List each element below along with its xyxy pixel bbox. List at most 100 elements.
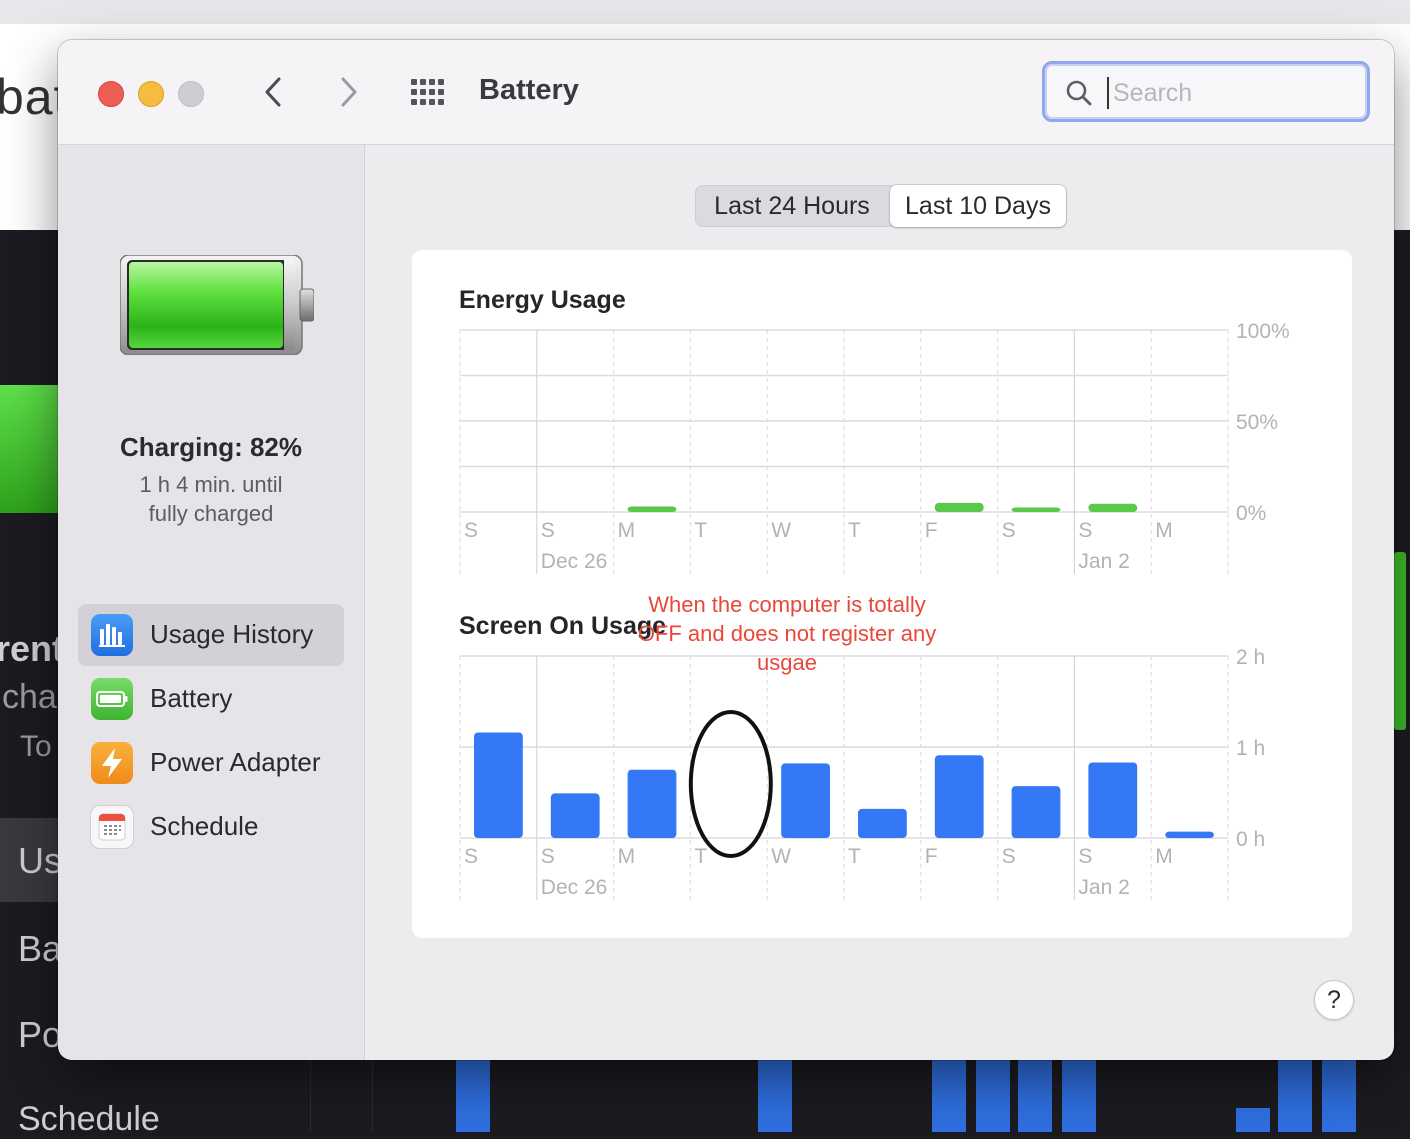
screen-bar <box>1011 786 1061 838</box>
energy-x-tick-label: S <box>1002 519 1016 542</box>
search-icon <box>1066 80 1092 106</box>
energy-x-tick-label: S <box>464 519 478 542</box>
energy-x-tick-label: M <box>618 519 636 542</box>
background-battery-bar <box>1394 552 1406 730</box>
screen-x-tick-label: S <box>1078 845 1092 868</box>
calendar-icon <box>91 806 133 848</box>
energy-bar <box>934 502 984 512</box>
energy-x-tick-label: T <box>694 519 707 542</box>
tab-last-24-hours[interactable]: Last 24 Hours <box>695 185 889 227</box>
sidebar-item-label: Usage History <box>150 619 314 649</box>
energy-bar <box>627 506 677 512</box>
energy-bar <box>1011 507 1061 512</box>
energy-date-label: Dec 26 <box>541 550 608 573</box>
usage-history-card: 100% 50% 0% S S M T W T F S S M Dec 26 Jan 2 2 h 1 h 0 h S… <box>412 250 1352 938</box>
background-battery-graphic <box>0 385 62 513</box>
energy-x-tick-label: S <box>1078 519 1092 542</box>
close-button[interactable] <box>98 81 124 107</box>
annotation-ellipse <box>688 710 773 858</box>
sidebar-item-battery[interactable]: Battery <box>78 668 344 730</box>
energy-x-tick-label: S <box>541 519 555 542</box>
background-bar <box>1062 1060 1096 1132</box>
background-sidebar-item[interactable]: Us <box>18 840 62 882</box>
chevron-right-icon <box>341 77 357 107</box>
zoom-button[interactable] <box>178 81 204 107</box>
background-bar <box>1236 1108 1270 1132</box>
minimize-button[interactable] <box>138 81 164 107</box>
charging-time-remaining: 1 h 4 min. until fully charged <box>58 470 364 528</box>
screen-x-tick-label: T <box>694 845 707 868</box>
screen-x-tick-label: W <box>771 845 791 868</box>
screen-x-tick-label: T <box>848 845 861 868</box>
title-bar: Battery <box>58 40 1394 145</box>
background-sidebar-item[interactable]: Po <box>18 1014 62 1056</box>
sidebar-item-schedule[interactable]: Schedule <box>78 796 344 858</box>
background-bar <box>976 1060 1010 1132</box>
screen-bar <box>1088 762 1138 838</box>
screen-bar <box>1165 831 1214 838</box>
background-bar <box>1018 1060 1052 1132</box>
window-title: Battery <box>479 74 579 106</box>
annotation-text: When the computer is totally OFF and doe… <box>637 592 937 675</box>
background-bar <box>758 1060 792 1132</box>
background-top-strip <box>0 0 1410 24</box>
screen-y-tick-label: 1 h <box>1236 737 1265 760</box>
screen-date-label: Dec 26 <box>541 876 608 899</box>
screen-date-label: Jan 2 <box>1078 876 1129 899</box>
energy-x-tick-label: W <box>771 519 791 542</box>
screen-bar <box>627 769 677 838</box>
battery-charge-fill <box>129 262 283 348</box>
background-gridline <box>372 1060 373 1132</box>
energy-y-tick-label: 100% <box>1236 320 1290 343</box>
background-bar <box>456 1060 490 1132</box>
charging-time-line: fully charged <box>148 501 274 526</box>
bar-chart-icon <box>91 614 133 656</box>
sidebar-item-label: Battery <box>150 683 233 713</box>
show-all-button[interactable] <box>408 76 448 108</box>
search-field[interactable] <box>1042 61 1370 122</box>
tab-last-10-days[interactable]: Last 10 Days <box>890 185 1066 227</box>
charging-time-line: 1 h 4 min. until <box>139 472 283 497</box>
energy-x-tick-label: T <box>848 519 861 542</box>
sidebar-item-label: Schedule <box>150 811 259 841</box>
sidebar-item-usage-history[interactable]: Usage History <box>78 604 344 666</box>
screen-bar <box>934 755 984 838</box>
screen-x-tick-label: S <box>1002 845 1016 868</box>
screen-x-tick-label: F <box>925 845 938 868</box>
screen-bar <box>550 793 600 838</box>
screen-bar <box>858 808 907 838</box>
energy-usage-title: Energy Usage <box>459 286 626 314</box>
time-range-segmented-control: Last 24 Hours Last 10 Days <box>695 185 1067 227</box>
screen-x-tick-label: S <box>541 845 555 868</box>
battery-preferences-window: Battery Search Charging: 82% 1 h 4 min. … <box>58 40 1394 1060</box>
screen-y-tick-label: 0 h <box>1236 828 1265 851</box>
energy-y-tick-label: 0% <box>1236 502 1266 525</box>
screen-x-tick-label: M <box>618 845 636 868</box>
battery-status-icon <box>120 255 314 355</box>
background-text: To <box>20 730 52 763</box>
sidebar: Charging: 82% 1 h 4 min. until fully cha… <box>58 145 365 1060</box>
search-input[interactable] <box>1107 77 1355 109</box>
screen-y-tick-label: 2 h <box>1236 646 1265 669</box>
energy-y-tick-label: 50% <box>1236 411 1278 434</box>
energy-date-label: Jan 2 <box>1078 550 1129 573</box>
background-bar <box>1322 1060 1356 1132</box>
background-sidebar-item[interactable]: Ba <box>18 928 62 970</box>
sidebar-item-label: Power Adapter <box>150 747 321 777</box>
background-bar <box>932 1060 966 1132</box>
forward-button[interactable] <box>328 72 368 112</box>
sidebar-item-power-adapter[interactable]: Power Adapter <box>78 732 344 794</box>
charging-status: Charging: 82% <box>119 432 303 462</box>
energy-x-tick-label: F <box>925 519 938 542</box>
background-sidebar-item[interactable]: Schedule <box>18 1100 160 1139</box>
background-text: cha <box>2 678 57 716</box>
screen-x-tick-label: S <box>464 845 478 868</box>
back-button[interactable] <box>254 72 294 112</box>
lightning-bolt-icon <box>91 742 133 784</box>
help-button[interactable]: ? <box>1314 980 1354 1020</box>
background-bar <box>1278 1060 1312 1132</box>
background-text: rent <box>0 628 65 669</box>
energy-bar <box>1088 503 1138 512</box>
energy-x-tick-label: M <box>1155 519 1173 542</box>
screen-bar <box>781 763 830 838</box>
